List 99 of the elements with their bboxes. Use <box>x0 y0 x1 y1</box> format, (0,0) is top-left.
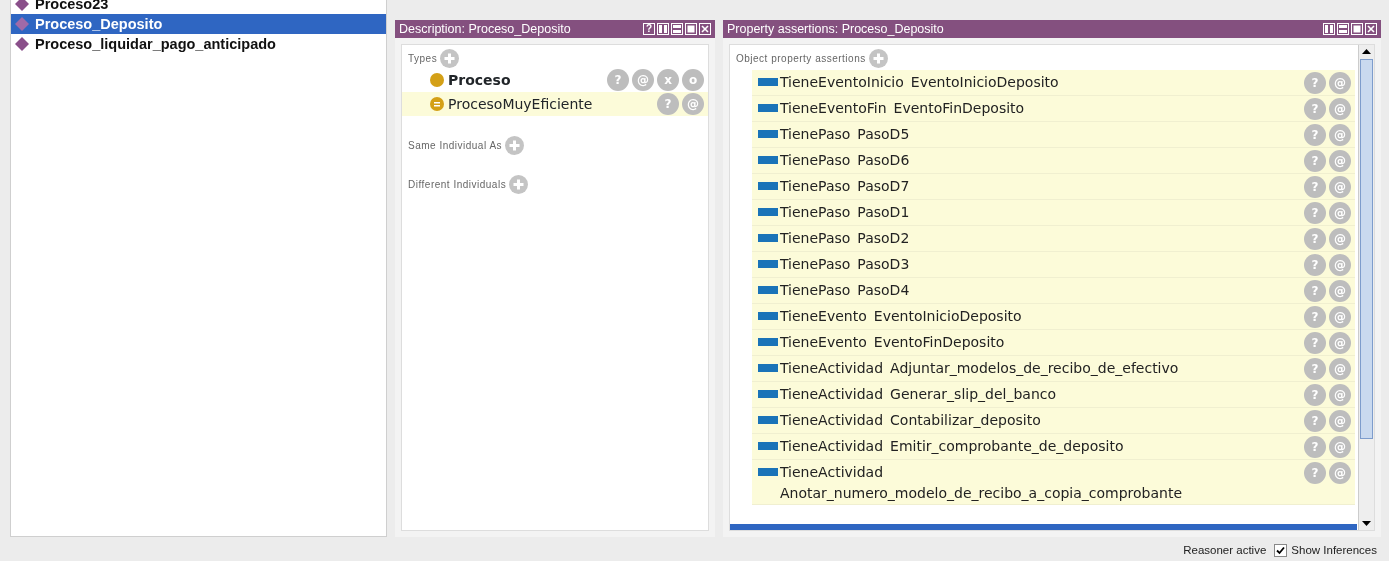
action-button[interactable]: ? <box>1304 462 1326 484</box>
action-button[interactable]: ? <box>1304 150 1326 172</box>
action-button[interactable]: @ <box>1329 254 1351 276</box>
assertion-text[interactable]: TieneActividad Adjuntar_modelos_de_recibo_de_efectivo <box>778 358 1179 379</box>
property-icon <box>758 442 778 450</box>
section-label: Different Individuals <box>408 178 507 192</box>
action-button[interactable]: ? <box>607 69 629 91</box>
action-button[interactable]: @ <box>1329 228 1351 250</box>
assertion-text[interactable]: TieneActividad Generar_slip_del_banco <box>778 384 1057 405</box>
section-label: Object property assertions <box>736 52 866 66</box>
property-icon <box>758 416 778 424</box>
action-button[interactable]: @ <box>1329 150 1351 172</box>
action-button[interactable]: ? <box>1304 358 1326 380</box>
assertion-text[interactable]: TieneActividad Emitir_comprobante_de_deposito <box>778 436 1124 457</box>
action-button[interactable]: ? <box>657 93 679 115</box>
property-icon <box>758 390 778 398</box>
action-button[interactable]: @ <box>1329 98 1351 120</box>
action-button[interactable]: ? <box>1304 306 1326 328</box>
individual-item[interactable]: Proceso_liquidar_pago_anticipado <box>11 34 386 54</box>
action-button[interactable]: ? <box>1304 202 1326 224</box>
assertion-text[interactable]: TieneEvento EventoFinDeposito <box>778 332 1005 353</box>
action-button[interactable]: ? <box>1304 280 1326 302</box>
diamond-icon <box>15 0 29 11</box>
property-icon <box>758 260 778 268</box>
assertion-text[interactable]: TieneActividad Anotar_numero_modelo_de_recibo_a_copia_comprobante <box>778 462 1268 504</box>
split-horizontal-icon[interactable] <box>671 23 683 35</box>
property-icon <box>758 130 778 138</box>
action-button[interactable]: ? <box>1304 228 1326 250</box>
property-icon <box>758 338 778 346</box>
action-button[interactable]: @ <box>1329 202 1351 224</box>
action-button[interactable]: ? <box>1304 436 1326 458</box>
assertion-text[interactable]: TienePaso PasoD1 <box>778 202 910 223</box>
action-button[interactable]: @ <box>1329 384 1351 406</box>
action-button[interactable]: @ <box>682 93 704 115</box>
property-icon <box>758 286 778 294</box>
diamond-icon <box>15 37 29 51</box>
section-label: Same Individual As <box>408 139 503 153</box>
assertion-text[interactable]: TienePaso PasoD7 <box>778 176 910 197</box>
property-icon <box>758 208 778 216</box>
vertical-scrollbar[interactable] <box>1358 45 1374 530</box>
action-button[interactable]: ? <box>1304 72 1326 94</box>
panel-title: Property assertions: Proceso_Deposito <box>727 21 944 38</box>
property-icon <box>758 182 778 190</box>
action-button[interactable]: @ <box>1329 72 1351 94</box>
action-button[interactable]: @ <box>632 69 654 91</box>
action-button[interactable]: @ <box>1329 358 1351 380</box>
property-icon <box>758 156 778 164</box>
action-button[interactable]: ? <box>1304 176 1326 198</box>
maximize-icon[interactable] <box>685 23 697 35</box>
panel-title: Description: Proceso_Deposito <box>399 21 571 38</box>
split-horizontal-icon[interactable] <box>1337 23 1349 35</box>
split-vertical-icon[interactable] <box>1323 23 1335 35</box>
action-button[interactable]: o <box>682 69 704 91</box>
assertion-text[interactable]: TieneActividad Contabilizar_deposito <box>778 410 1041 431</box>
action-button[interactable]: @ <box>1329 436 1351 458</box>
assertion-text[interactable]: TienePaso PasoD5 <box>778 124 910 145</box>
horizontal-scrollbar[interactable] <box>730 524 1357 530</box>
reasoner-status: Reasoner active <box>1183 542 1267 558</box>
section-label: Types <box>408 52 438 66</box>
action-button[interactable]: ? <box>1304 332 1326 354</box>
action-button[interactable]: ? <box>1304 254 1326 276</box>
split-vertical-icon[interactable] <box>657 23 669 35</box>
assertion-text[interactable]: TienePaso PasoD6 <box>778 150 910 171</box>
close-icon[interactable] <box>699 23 711 35</box>
defined-class-icon <box>430 97 444 111</box>
checkbox-label: Show Inferences <box>1291 542 1377 558</box>
action-button[interactable]: @ <box>1329 306 1351 328</box>
action-button[interactable]: @ <box>1329 176 1351 198</box>
action-button[interactable]: ? <box>1304 98 1326 120</box>
assertion-text[interactable]: TieneEventoFin EventoFinDeposito <box>778 98 1025 119</box>
property-icon <box>758 104 778 112</box>
show-inferences-checkbox[interactable] <box>1274 544 1288 557</box>
assertion-text[interactable]: TienePaso PasoD4 <box>778 280 910 301</box>
close-icon[interactable] <box>1365 23 1377 35</box>
diamond-icon <box>15 17 29 31</box>
type-name[interactable]: Proceso <box>448 69 511 91</box>
property-icon <box>758 468 778 476</box>
property-icon <box>758 312 778 320</box>
individual-item[interactable]: Proceso_Deposito <box>11 14 386 34</box>
assertion-text[interactable]: TieneEventoInicio EventoInicioDeposito <box>778 72 1059 93</box>
action-button[interactable]: @ <box>1329 332 1351 354</box>
action-button[interactable]: ? <box>1304 384 1326 406</box>
action-button[interactable]: @ <box>1329 462 1351 484</box>
assertion-text[interactable]: TienePaso PasoD2 <box>778 228 910 249</box>
class-icon <box>430 73 444 87</box>
action-button[interactable]: @ <box>1329 410 1351 432</box>
action-button[interactable]: x <box>657 69 679 91</box>
action-button[interactable]: ? <box>1304 124 1326 146</box>
assertion-text[interactable]: TieneEvento EventoInicioDeposito <box>778 306 1022 327</box>
action-button[interactable]: @ <box>1329 280 1351 302</box>
maximize-icon[interactable] <box>1351 23 1363 35</box>
property-icon <box>758 234 778 242</box>
help-button[interactable]: ? <box>643 23 655 35</box>
type-name[interactable]: ProcesoMuyEficiente <box>448 93 593 115</box>
property-icon <box>758 364 778 372</box>
assertion-text[interactable]: TienePaso PasoD3 <box>778 254 910 275</box>
action-button[interactable]: ? <box>1304 410 1326 432</box>
action-button[interactable]: @ <box>1329 124 1351 146</box>
property-icon <box>758 78 778 86</box>
